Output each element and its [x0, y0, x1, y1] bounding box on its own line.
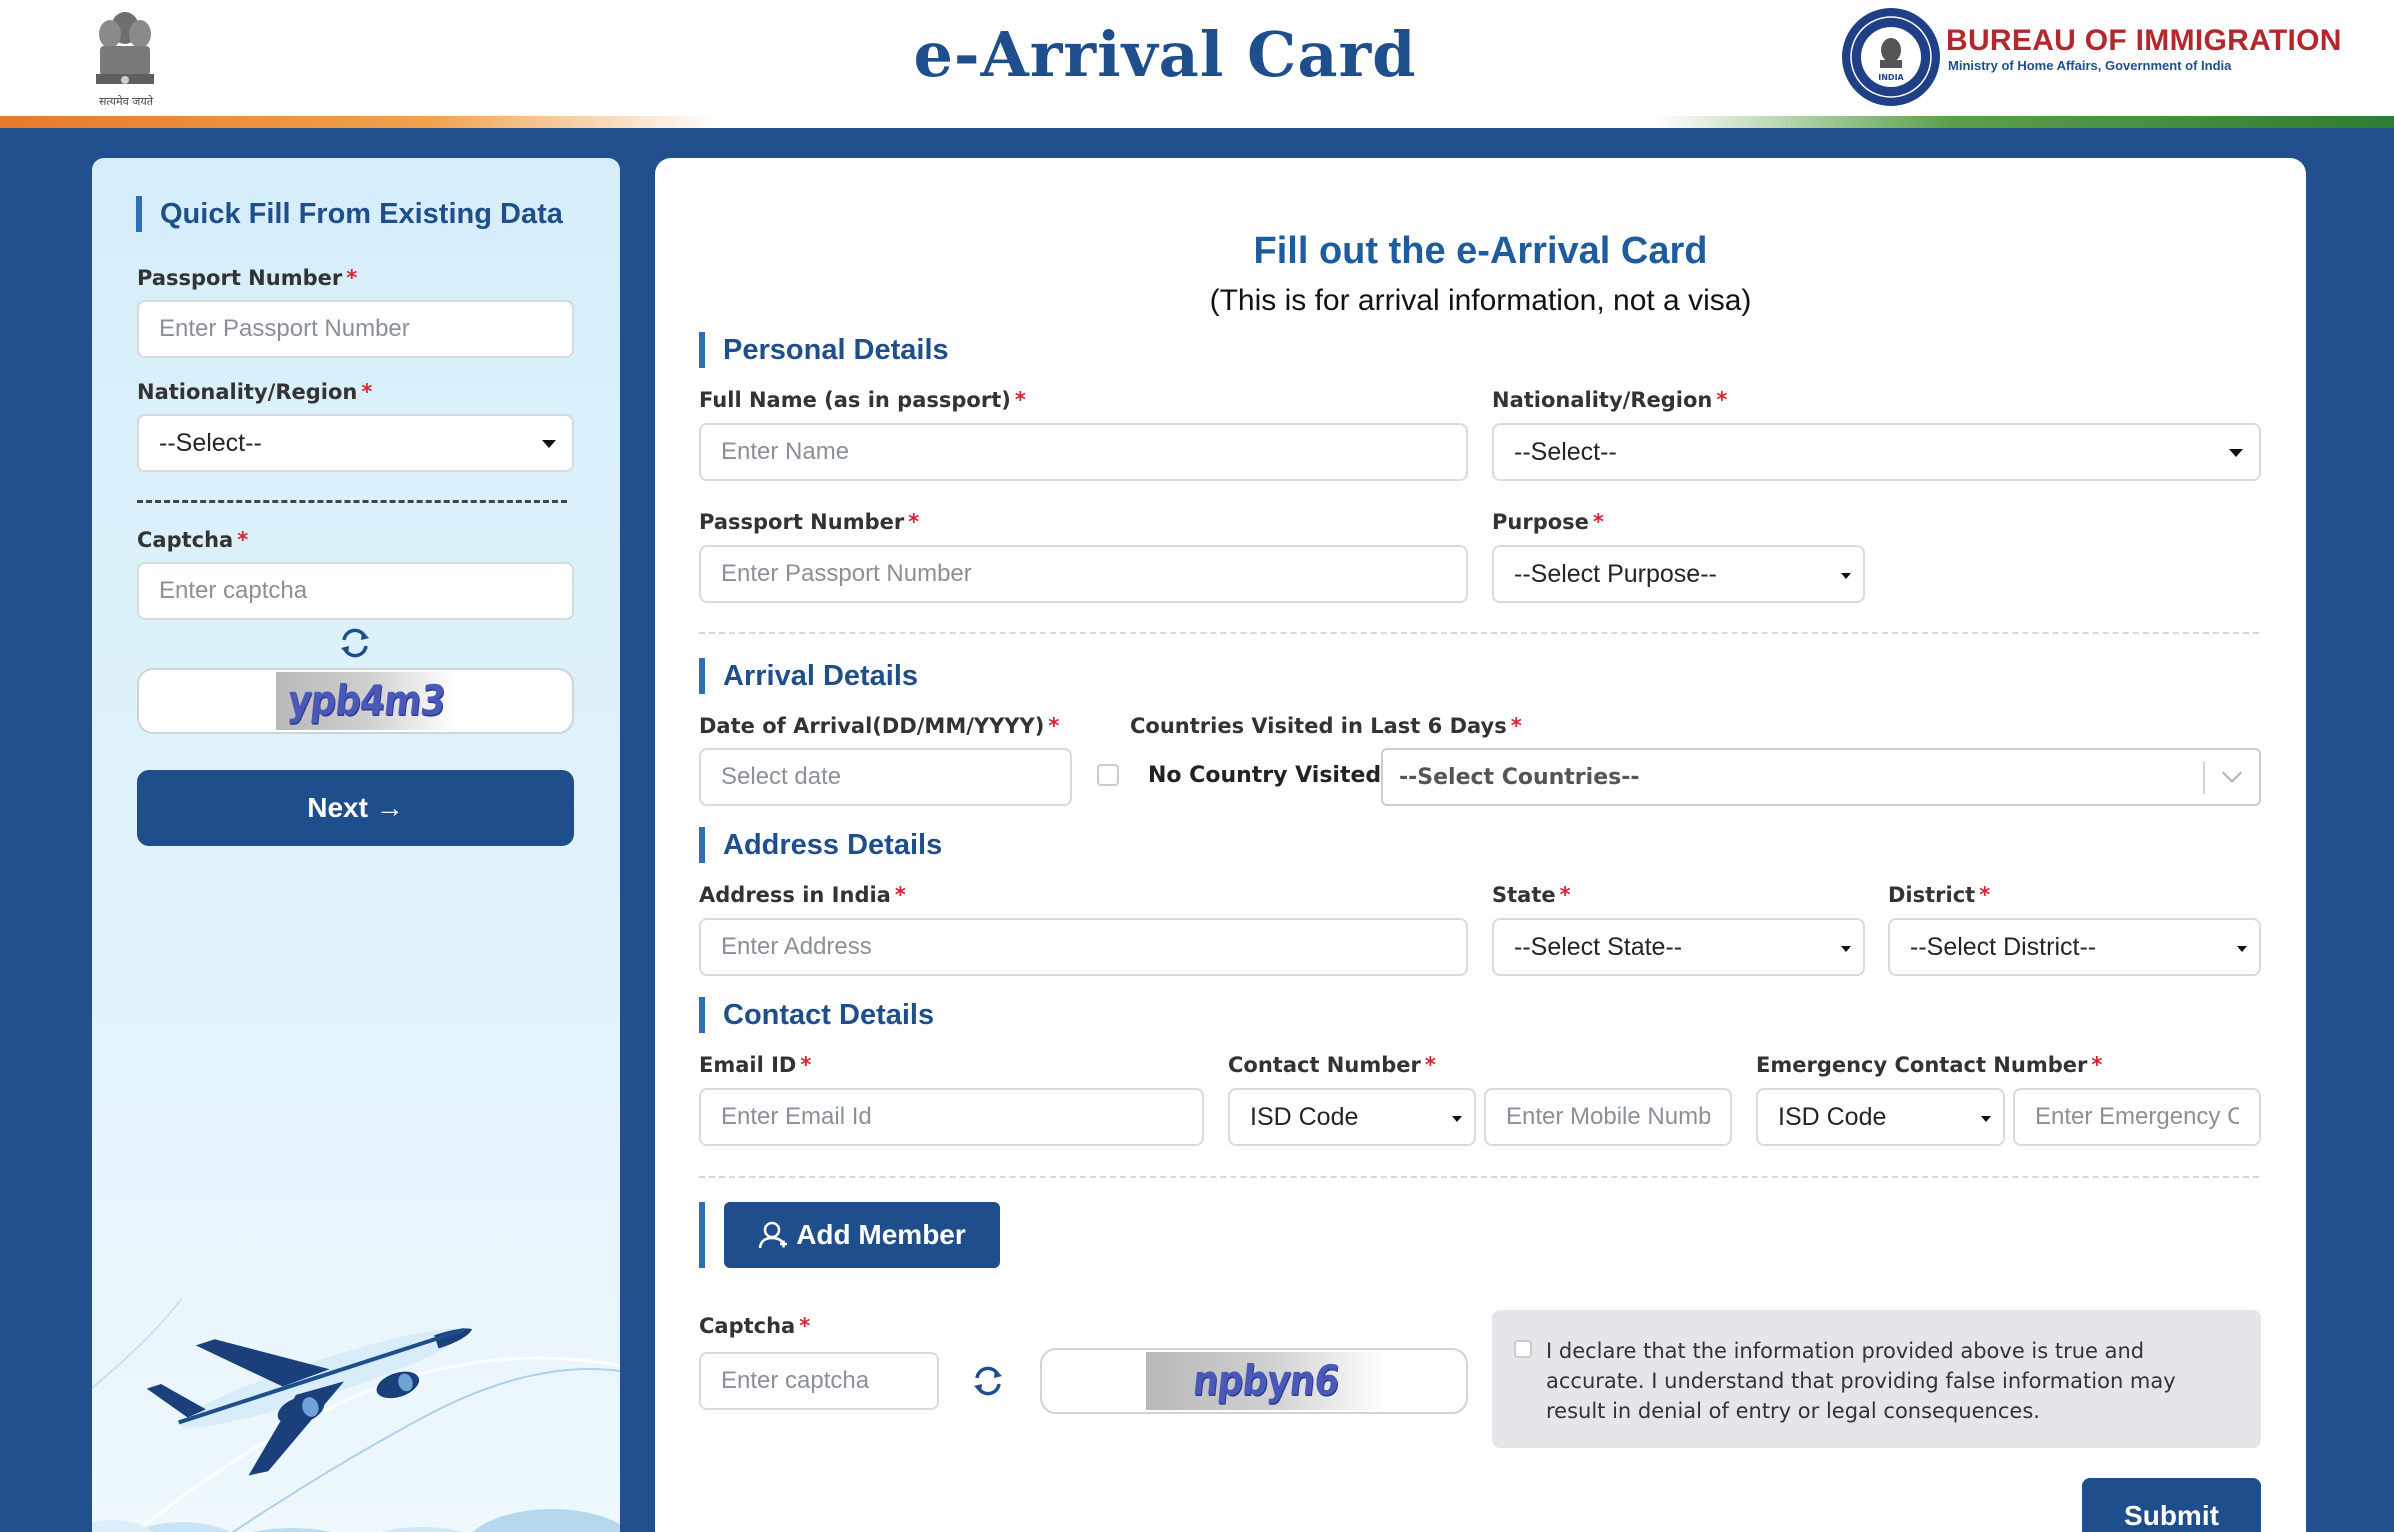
bureau-title: BUREAU OF IMMIGRATION	[1946, 24, 2342, 57]
chevron-down-icon	[2222, 763, 2242, 783]
no-country-label: No Country Visited	[1148, 763, 1382, 788]
quick-nationality-select[interactable]: --Select--	[137, 414, 574, 472]
purpose-label: Purpose *	[1492, 510, 1604, 534]
declaration-checkbox[interactable]	[1514, 1340, 1532, 1358]
contact-details-heading: Contact Details	[699, 997, 934, 1033]
address-input[interactable]	[699, 918, 1468, 976]
arrival-date-label: Date of Arrival(DD/MM/YYYY) *	[699, 714, 1060, 738]
quick-fill-panel: Quick Fill From Existing Data Passport N…	[92, 158, 620, 1532]
personal-details-heading: Personal Details	[699, 332, 949, 368]
form-title: Fill out the e-Arrival Card	[1253, 230, 1708, 272]
isd-code-select[interactable]: ISD Code	[1228, 1088, 1476, 1146]
state-select[interactable]: --Select State--	[1492, 918, 1865, 976]
no-country-checkbox[interactable]	[1097, 764, 1119, 786]
divider	[699, 1176, 2259, 1178]
address-label: Address in India *	[699, 883, 906, 907]
arrival-form-card: Fill out the e-Arrival Card (This is for…	[655, 158, 2306, 1532]
emblem-caption: सत्यमेव जयते	[98, 95, 153, 108]
chevron-down-icon	[1841, 946, 1851, 952]
nationality-label: Nationality/Region *	[1492, 388, 1728, 412]
form-subtitle: (This is for arrival information, not a …	[1209, 284, 1752, 317]
airplane-illustration	[92, 1297, 620, 1532]
mobile-number-input[interactable]	[1484, 1088, 1732, 1146]
emergency-number-input[interactable]	[2013, 1088, 2261, 1146]
quick-captcha-label: Captcha *	[137, 528, 249, 552]
emergency-isd-select[interactable]: ISD Code	[1756, 1088, 2005, 1146]
bureau-seal-icon: INDIA	[1842, 8, 1940, 106]
quick-nationality-label: Nationality/Region *	[137, 380, 373, 404]
form-captcha-label: Captcha *	[699, 1314, 811, 1338]
chevron-down-icon	[1841, 573, 1851, 579]
email-input[interactable]	[699, 1088, 1204, 1146]
divider	[137, 500, 567, 503]
add-member-accent	[699, 1202, 705, 1268]
nationality-select[interactable]: --Select--	[1492, 423, 2261, 481]
chevron-down-icon	[2237, 946, 2247, 952]
arrival-date-input[interactable]	[699, 748, 1072, 806]
quick-fill-heading: Quick Fill From Existing Data	[136, 196, 563, 232]
contact-number-label: Contact Number *	[1228, 1053, 1436, 1077]
seal-text: INDIA	[1878, 73, 1904, 82]
quick-captcha-image: ypb4m3	[276, 672, 456, 730]
chevron-down-icon	[1452, 1116, 1462, 1122]
declaration-box: I declare that the information provided …	[1492, 1310, 2261, 1448]
form-captcha-image: npbyn6	[1146, 1352, 1386, 1410]
quick-captcha-input[interactable]	[137, 562, 574, 620]
refresh-icon[interactable]	[338, 628, 372, 658]
passport-input[interactable]	[699, 545, 1468, 603]
countries-multiselect[interactable]: --Select Countries--	[1381, 748, 2261, 806]
full-name-label: Full Name (as in passport) *	[699, 388, 1026, 412]
divider	[699, 632, 2259, 634]
chevron-down-icon	[542, 440, 556, 448]
quick-passport-label: Passport Number *	[137, 266, 358, 290]
countries-visited-label: Countries Visited in Last 6 Days *	[1130, 714, 1522, 738]
add-member-button[interactable]: Add Member	[724, 1202, 1000, 1268]
arrival-details-heading: Arrival Details	[699, 658, 918, 694]
chevron-down-icon	[2229, 449, 2243, 457]
passport-label: Passport Number *	[699, 510, 920, 534]
purpose-select[interactable]: --Select Purpose--	[1492, 545, 1865, 603]
quick-captcha-box: ypb4m3	[137, 668, 574, 734]
form-captcha-box: npbyn6	[1040, 1348, 1468, 1414]
tricolor-green-stripe	[1654, 116, 2394, 128]
submit-button[interactable]: Submit	[2082, 1478, 2261, 1532]
next-button[interactable]: Next →	[137, 770, 574, 846]
user-add-icon	[758, 1221, 788, 1249]
district-select[interactable]: --Select District--	[1888, 918, 2261, 976]
district-label: District *	[1888, 883, 1991, 907]
chevron-down-icon	[1981, 1116, 1991, 1122]
bureau-subtitle: Ministry of Home Affairs, Government of …	[1948, 58, 2232, 73]
quick-passport-input[interactable]	[137, 300, 574, 358]
tricolor-saffron-stripe	[0, 116, 720, 128]
state-label: State *	[1492, 883, 1571, 907]
emergency-contact-label: Emergency Contact Number *	[1756, 1053, 2103, 1077]
refresh-icon[interactable]	[971, 1366, 1005, 1396]
form-captcha-input[interactable]	[699, 1352, 939, 1410]
declaration-text: I declare that the information provided …	[1546, 1339, 2176, 1423]
address-details-heading: Address Details	[699, 827, 942, 863]
site-header: सत्यमेव जयते e-Arrival Card INDIA BUREAU…	[0, 0, 2394, 128]
email-label: Email ID *	[699, 1053, 812, 1077]
full-name-input[interactable]	[699, 423, 1468, 481]
